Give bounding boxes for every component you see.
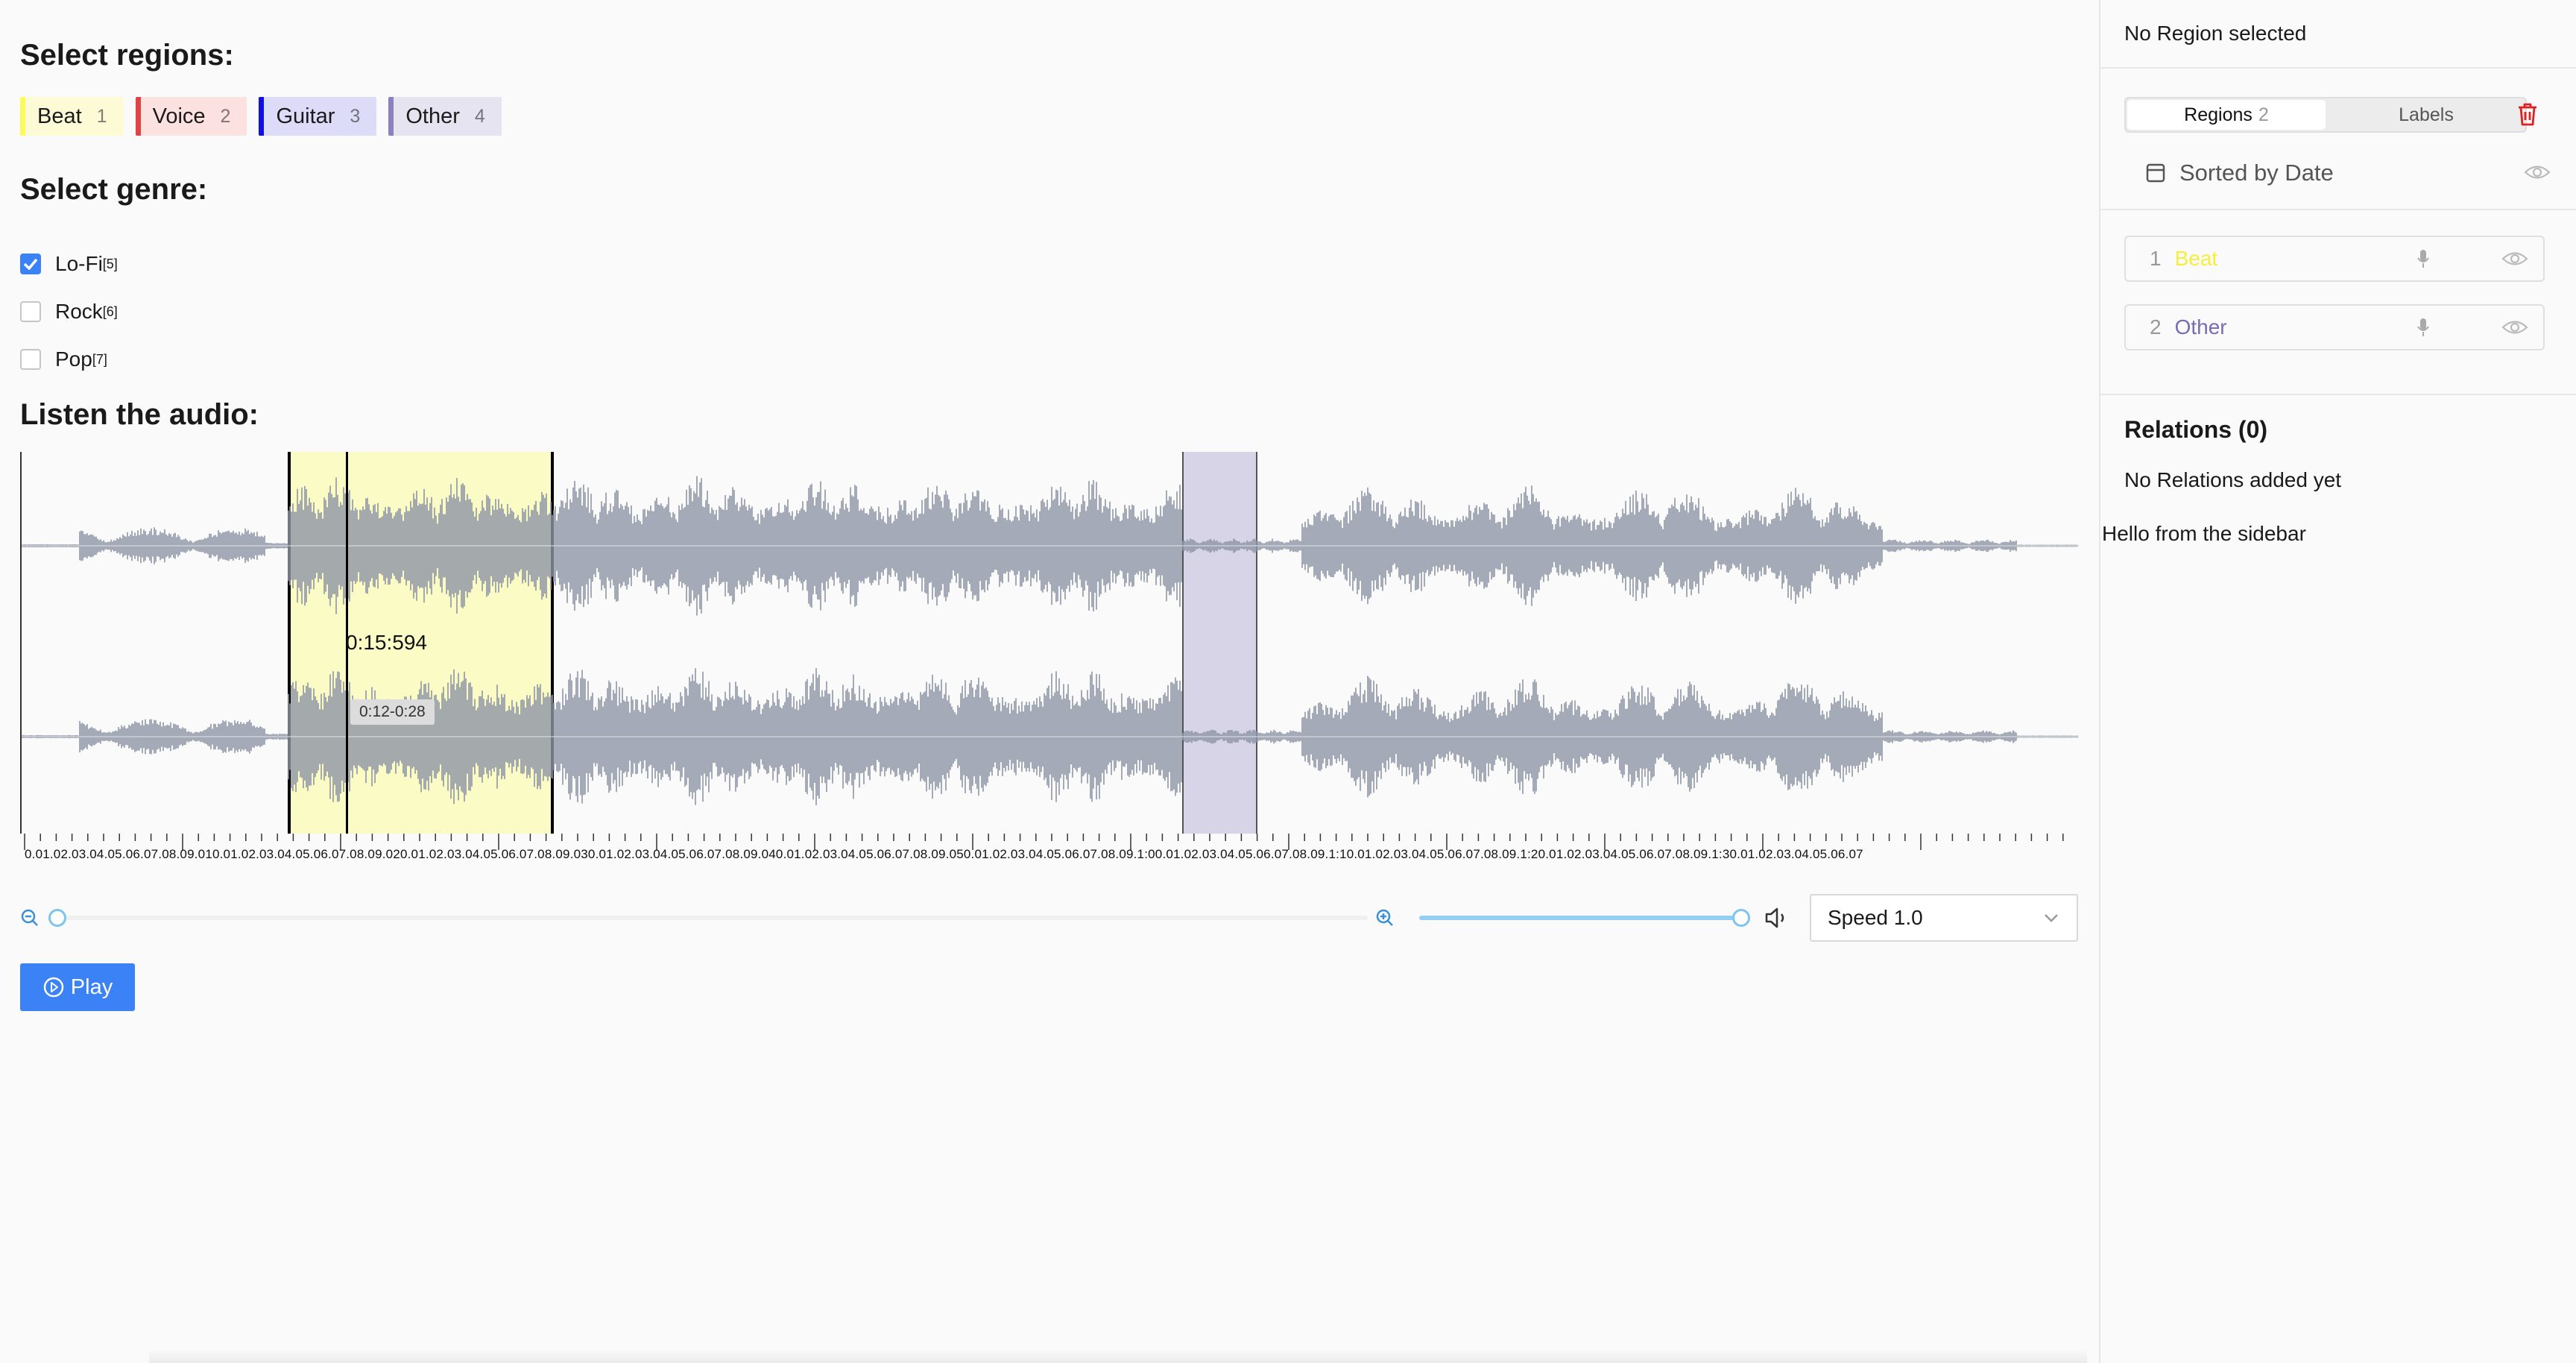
- sidebar-greeting: Hello from the sidebar: [2102, 522, 2306, 545]
- zoom-out-icon[interactable]: [20, 908, 40, 928]
- genre-label: Rock: [55, 300, 103, 323]
- zoom-slider-handle[interactable]: [48, 909, 66, 927]
- region-label: Beat: [2174, 247, 2218, 270]
- divider: [2100, 209, 2576, 210]
- label-chip-beat[interactable]: Beat 1: [20, 97, 124, 136]
- cursor-time-label: 0:15:594: [346, 631, 427, 654]
- region-label-chips: Beat 1 Voice 2 Guitar 3 Other 4: [20, 97, 502, 136]
- sort-control[interactable]: Sorted by Date: [2145, 160, 2334, 186]
- chip-hotkey: 3: [350, 105, 361, 127]
- genre-hotkey: [7]: [92, 351, 107, 367]
- sidebar-tabs: Regions 2 Labels: [2124, 97, 2527, 133]
- waveform-start-line: [20, 452, 22, 834]
- waveform-channels: [20, 476, 2079, 805]
- timeline-tick-labels: 0.01.02.03.04.05.06.07.08.09.010.01.02.0…: [25, 847, 1863, 861]
- genre-hotkey: [5]: [102, 256, 118, 271]
- volume-slider-track[interactable]: [1419, 916, 1741, 920]
- region-number: 1: [2150, 247, 2162, 270]
- eye-icon[interactable]: [2501, 251, 2528, 267]
- chip-label: Other: [405, 104, 460, 128]
- tab-labels[interactable]: Labels: [2327, 98, 2525, 131]
- chip-label: Guitar: [276, 104, 335, 128]
- label-chip-other[interactable]: Other 4: [388, 97, 502, 136]
- chip-hotkey: 4: [474, 105, 485, 127]
- checkbox-checked[interactable]: [20, 254, 41, 274]
- bottom-shadow: [149, 1348, 2087, 1363]
- genre-heading: Select genre:: [20, 173, 208, 206]
- region-list-item[interactable]: 2 Other: [2124, 304, 2545, 350]
- audio-heading: Listen the audio:: [20, 398, 259, 431]
- volume-slider-handle[interactable]: [1732, 909, 1750, 927]
- region-list-item[interactable]: 1 Beat: [2124, 236, 2545, 282]
- chevron-down-icon: [2045, 914, 2058, 922]
- microphone-icon: [2417, 318, 2429, 336]
- tab-regions[interactable]: Regions 2: [2127, 100, 2326, 130]
- regions-heading: Select regions:: [20, 39, 234, 72]
- speed-value: Speed 1.0: [1828, 906, 1923, 929]
- genre-option-rock[interactable]: Rock [6]: [20, 288, 118, 336]
- genre-option-lofi[interactable]: Lo-Fi [5]: [20, 240, 118, 288]
- region-tooltip: 0:12-0:28: [350, 699, 435, 725]
- label-chip-guitar[interactable]: Guitar 3: [259, 97, 377, 136]
- zoom-slider-track[interactable]: [56, 916, 1368, 920]
- chip-label: Beat: [37, 104, 82, 128]
- tab-count: 2: [2258, 104, 2269, 125]
- volume-icon[interactable]: [1764, 907, 1790, 929]
- divider: [2100, 394, 2576, 395]
- genre-option-pop[interactable]: Pop [7]: [20, 336, 118, 383]
- region-label: Other: [2174, 315, 2227, 339]
- label-chip-voice[interactable]: Voice 2: [135, 97, 247, 136]
- zoom-in-icon[interactable]: [1375, 908, 1395, 928]
- eye-icon[interactable]: [2524, 164, 2551, 180]
- chip-hotkey: 2: [220, 105, 231, 127]
- tab-label: Labels: [2399, 104, 2454, 125]
- genre-label: Lo-Fi: [55, 252, 103, 275]
- play-button[interactable]: Play: [20, 963, 135, 1011]
- calendar-icon: [2146, 163, 2165, 183]
- region-number: 2: [2150, 315, 2162, 339]
- eye-icon[interactable]: [2501, 319, 2528, 336]
- play-label: Play: [70, 975, 113, 999]
- chip-hotkey: 1: [96, 105, 107, 127]
- microphone-icon: [2417, 250, 2429, 268]
- relations-title: Relations (0): [2124, 416, 2268, 443]
- player-controls: Speed 1.0: [20, 892, 2079, 944]
- speed-select[interactable]: Speed 1.0: [1810, 894, 2078, 942]
- main-panel: Select regions: Beat 1 Voice 2 Guitar 3 …: [0, 0, 2099, 1363]
- genre-hotkey: [6]: [102, 303, 118, 319]
- sidebar: No Region selected Regions 2 Labels Sort…: [2099, 0, 2576, 1363]
- genre-checkbox-group: Lo-Fi [5] Rock [6] Pop [7]: [20, 240, 118, 383]
- selected-region-header: No Region selected: [2100, 0, 2576, 69]
- play-circle-icon: [43, 977, 64, 998]
- relations-empty-text: No Relations added yet: [2124, 468, 2342, 491]
- checkbox-unchecked[interactable]: [20, 301, 41, 322]
- trash-icon[interactable]: [2516, 101, 2539, 127]
- audio-waveform[interactable]: 0:15:594 0:12-0:28 0.01.02.03.04.05.06.0…: [20, 452, 2079, 866]
- checkbox-unchecked[interactable]: [20, 349, 41, 370]
- tab-label: Regions: [2184, 104, 2253, 125]
- chip-label: Voice: [152, 104, 206, 128]
- genre-label: Pop: [55, 347, 92, 371]
- sort-label: Sorted by Date: [2179, 160, 2334, 186]
